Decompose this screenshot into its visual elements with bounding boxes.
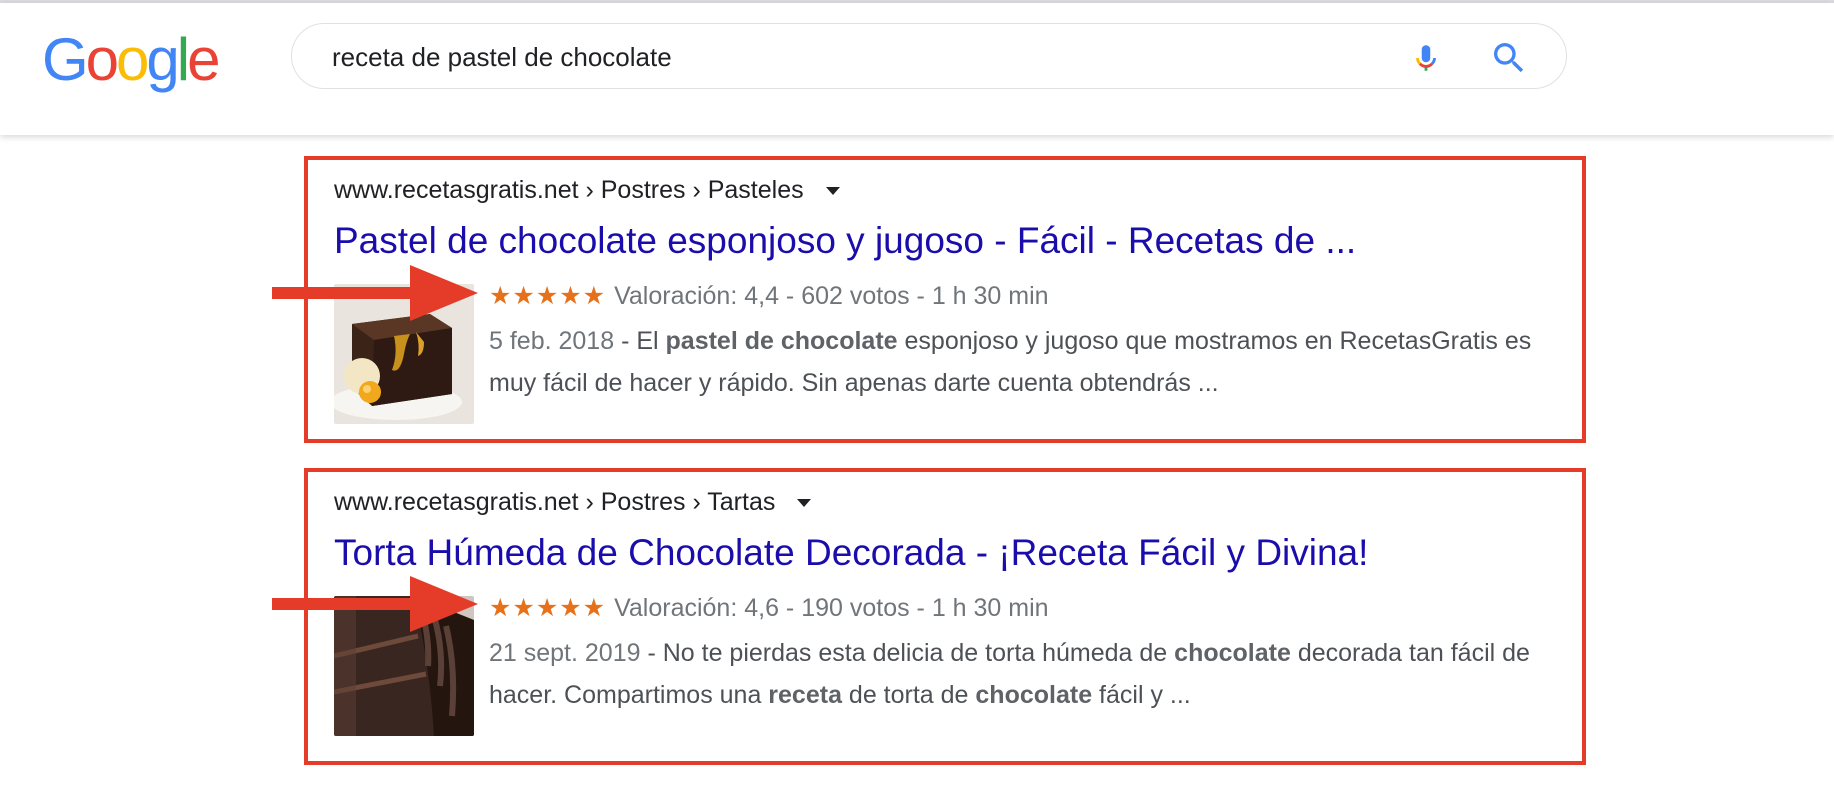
snippet-part: de torta de: [841, 681, 976, 709]
snippet-part: - El: [614, 327, 666, 355]
snippet-date: 21 sept. 2019: [489, 639, 641, 667]
star-rating-icon: ★★★★★: [489, 594, 607, 622]
result-breadcrumb[interactable]: www.recetasgratis.net › Postres › Pastel…: [334, 176, 841, 205]
search-icon[interactable]: [1489, 38, 1529, 78]
google-logo[interactable]: Google: [42, 25, 221, 95]
snippet-bold: chocolate: [1174, 639, 1291, 667]
snippet-part: fácil y ...: [1092, 681, 1191, 709]
logo-letter-o1: o: [85, 26, 119, 93]
snippet-bold: chocolate: [975, 681, 1093, 709]
result-title-link[interactable]: Pastel de chocolate esponjoso y jugoso -…: [334, 220, 1356, 262]
snippet-part: - No te pierdas esta delicia de torta hú…: [640, 639, 1175, 667]
logo-letter-g: G: [42, 26, 89, 93]
logo-letter-e: e: [187, 26, 220, 93]
result-breadcrumb[interactable]: www.recetasgratis.net › Postres › Tartas: [334, 488, 812, 517]
logo-letter-l: l: [176, 26, 190, 93]
search-result-2: www.recetasgratis.net › Postres › Tartas…: [304, 468, 1586, 765]
logo-letter-g2: g: [146, 26, 179, 93]
rating-text: Valoración: 4,4 - 602 votos - 1 h 30 min: [614, 282, 1049, 310]
caret-down-icon[interactable]: [796, 498, 812, 508]
search-input[interactable]: [332, 38, 1332, 76]
result-title-link[interactable]: Torta Húmeda de Chocolate Decorada - ¡Re…: [334, 532, 1368, 574]
breadcrumb-text: www.recetasgratis.net › Postres › Tartas: [334, 488, 776, 516]
red-arrow-icon: [272, 265, 478, 321]
red-arrow-icon: [272, 576, 478, 632]
logo-letter-o2: o: [116, 26, 149, 93]
result-snippet: 21 sept. 2019 - No te pierdas esta delic…: [489, 632, 1549, 716]
search-result-1: www.recetasgratis.net › Postres › Pastel…: [304, 156, 1586, 443]
caret-down-icon[interactable]: [825, 186, 841, 196]
rating-text: Valoración: 4,6 - 190 votos - 1 h 30 min: [614, 594, 1049, 622]
search-header: Google: [0, 3, 1834, 135]
rating-line: ★★★★★ Valoración: 4,4 - 602 votos - 1 h 3…: [489, 281, 1049, 311]
star-rating-icon: ★★★★★: [489, 282, 607, 310]
search-box: [291, 23, 1567, 89]
snippet-date: 5 feb. 2018: [489, 327, 615, 355]
microphone-icon[interactable]: [1409, 38, 1443, 78]
result-snippet: 5 feb. 2018 - El pastel de chocolate esp…: [489, 320, 1549, 404]
snippet-bold: pastel de chocolate: [665, 327, 898, 355]
rating-line: ★★★★★ Valoración: 4,6 - 190 votos - 1 h 3…: [489, 593, 1049, 623]
breadcrumb-text: www.recetasgratis.net › Postres › Pastel…: [334, 176, 804, 204]
snippet-bold: receta: [768, 681, 842, 709]
